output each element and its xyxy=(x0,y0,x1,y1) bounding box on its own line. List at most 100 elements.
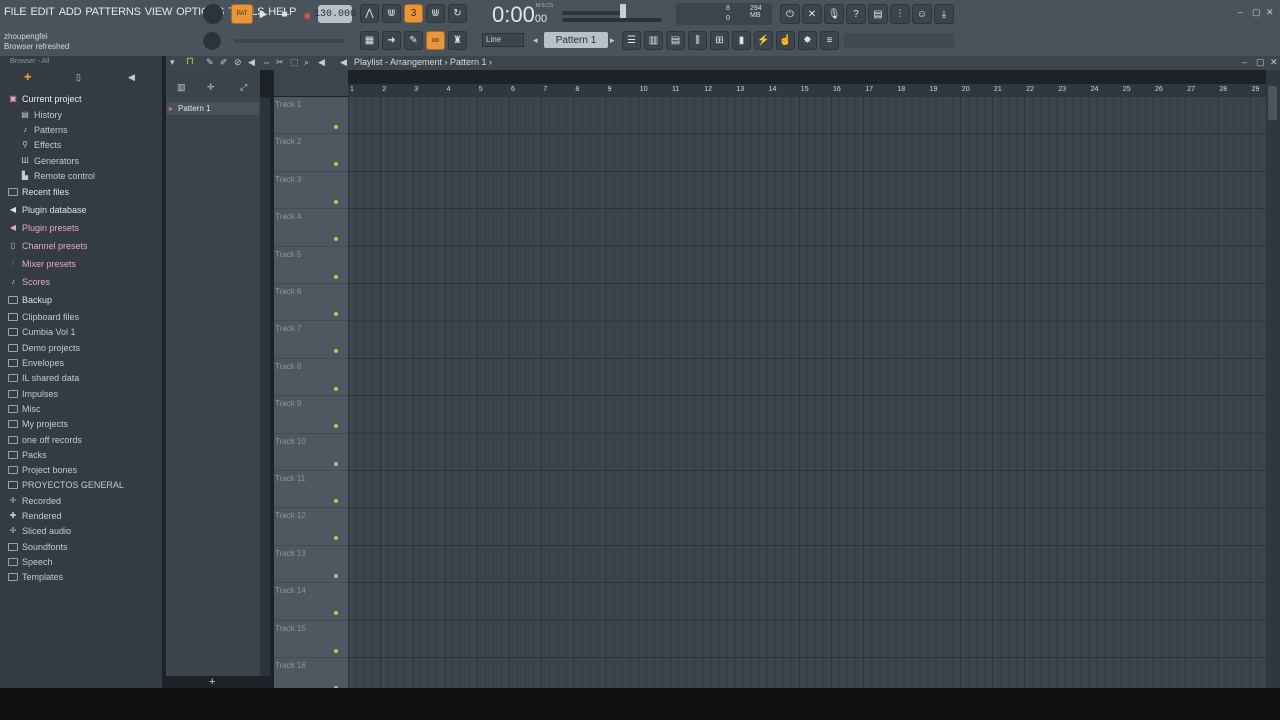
track-header[interactable]: Track 15 xyxy=(274,621,348,658)
picker-audio-icon[interactable]: ✛ xyxy=(207,82,215,93)
track-header[interactable]: Track 2 xyxy=(274,134,348,172)
tempo-tap-button[interactable]: ✸ xyxy=(798,31,817,50)
track-header[interactable]: Track 11 xyxy=(274,471,348,509)
browser-item-templates[interactable]: Templates xyxy=(8,570,160,585)
slip-icon[interactable]: ⇔ xyxy=(262,57,271,67)
loop-record-button[interactable]: ↻ xyxy=(448,4,467,23)
track-led-icon[interactable] xyxy=(334,461,338,466)
timeline-ruler[interactable]: 1 2 3 4 5 6 7 8 9 10 11 12 13 14 15 16 17 18 19 20 21 22 23 24 2… xyxy=(348,84,1266,98)
main-volume-knob[interactable] xyxy=(203,4,223,24)
browser-item-current-project[interactable]: ▣ Current project xyxy=(8,90,160,107)
menu-arrow-icon[interactable]: ▾ xyxy=(170,57,175,68)
browser-item-speech[interactable]: Speech xyxy=(8,554,160,569)
browser-item-project-bones[interactable]: Project bones xyxy=(8,462,160,477)
browser-item-effects[interactable]: ⚲ Effects xyxy=(8,138,160,153)
pencil-icon[interactable]: ✎ xyxy=(206,57,214,68)
track-header[interactable]: Track 5 xyxy=(274,247,348,284)
track-header[interactable]: Track 13 xyxy=(274,546,348,584)
browser-item-sliced-audio[interactable]: ✢ Sliced audio xyxy=(8,524,160,539)
browser-item-misc[interactable]: Misc xyxy=(8,401,160,416)
playlist-button[interactable]: ☰ xyxy=(622,31,641,50)
browser-item-scores[interactable]: ♪ Scores xyxy=(8,273,160,291)
track-header[interactable]: Track 10 xyxy=(274,434,348,471)
menu-edit[interactable]: EDIT xyxy=(30,6,54,18)
picker-add-button[interactable]: + xyxy=(209,676,215,688)
plugin-picker-button[interactable]: ⊞ xyxy=(710,31,729,50)
menu-add[interactable]: ADD xyxy=(59,6,82,18)
play-button[interactable]: ▶ xyxy=(254,5,273,24)
picker-scrollbar[interactable] xyxy=(260,98,270,676)
browser-item-recent-files[interactable]: Recent files xyxy=(8,183,160,201)
browser-item-plugin-database[interactable]: ◀ Plugin database xyxy=(8,201,160,219)
track-led-icon[interactable] xyxy=(334,125,338,129)
arrow-button[interactable]: ➜ xyxy=(382,31,401,50)
track-header[interactable]: Track 8 xyxy=(274,359,348,397)
menu-file[interactable]: FILE xyxy=(4,6,27,18)
browser-item-clipboard-files[interactable]: Clipboard files xyxy=(8,309,160,324)
magnet-icon[interactable]: ⊓ xyxy=(186,56,194,67)
scrollbar-thumb[interactable] xyxy=(1268,86,1277,120)
chat-button[interactable]: ☺ xyxy=(912,4,932,24)
playback-icon[interactable]: ◀ xyxy=(318,57,325,68)
browser-item-rendered[interactable]: ✚ Rendered xyxy=(8,508,160,523)
track-header[interactable]: Track 1 xyxy=(274,97,348,135)
playlist-grid[interactable] xyxy=(348,97,1266,688)
performance-button[interactable]: ☝ xyxy=(776,31,795,50)
panic-button[interactable]: ⏻ xyxy=(780,4,800,24)
plugin-button[interactable]: ⚡ xyxy=(754,31,773,50)
browser-item-envelopes[interactable]: Envelopes xyxy=(8,355,160,370)
master-volume-slider[interactable] xyxy=(562,11,626,15)
track-header[interactable]: Track 7 xyxy=(274,321,348,359)
select-icon[interactable]: ⬚ xyxy=(290,57,299,68)
track-led-icon[interactable] xyxy=(334,162,338,167)
browser-item-soundfonts[interactable]: Soundfonts xyxy=(8,539,160,554)
browser-item-mixer-presets[interactable]: ⫶ Mixer presets xyxy=(8,255,160,273)
browser-item-cumbia-vol-1[interactable]: Cumbia Vol 1 xyxy=(8,325,160,340)
mixer-button[interactable]: ⫶ xyxy=(890,4,910,24)
delete-icon[interactable]: ⊘ xyxy=(234,57,242,68)
menu-patterns[interactable]: PATTERNS xyxy=(85,6,141,18)
master-pitch-slider[interactable] xyxy=(562,18,662,22)
tempo-display[interactable]: 130.000 xyxy=(314,5,356,23)
track-led-icon[interactable] xyxy=(334,536,338,541)
browser-item-generators[interactable]: Ш Generators xyxy=(8,153,160,168)
countdown-button[interactable]: 3 xyxy=(404,4,423,23)
browser-item-recorded[interactable]: ✛ Recorded xyxy=(8,493,160,508)
pattern-selector[interactable]: Pattern 1 xyxy=(544,32,608,48)
track-header[interactable]: Track 6 xyxy=(274,284,348,322)
browser-item-channel-presets[interactable]: ▯ Channel presets xyxy=(8,237,160,255)
browser-item-packs[interactable]: Packs xyxy=(8,447,160,462)
browser-speaker-icon[interactable]: ◀ xyxy=(128,72,135,83)
info-button[interactable]: ≡ xyxy=(820,31,839,50)
track-header[interactable]: Track 14 xyxy=(274,583,348,621)
channel-rack-button[interactable]: ▤ xyxy=(666,31,685,50)
time-knob[interactable] xyxy=(203,32,221,50)
picker-automation-icon[interactable]: ⤢ xyxy=(240,82,247,93)
track-header[interactable]: Track 12 xyxy=(274,508,348,546)
brush-button[interactable]: ✎ xyxy=(404,31,423,50)
save-button[interactable]: ▤ xyxy=(868,4,888,24)
stop-button[interactable]: ■ xyxy=(275,5,294,24)
pattern-next-icon[interactable]: ▸ xyxy=(610,35,615,46)
menu-view[interactable]: VIEW xyxy=(145,6,173,18)
mute-icon[interactable]: ◀ xyxy=(248,57,255,68)
pattern-prev-icon[interactable]: ◂ xyxy=(533,35,538,46)
track-led-icon[interactable] xyxy=(334,611,338,616)
track-led-icon[interactable] xyxy=(334,499,338,503)
track-led-icon[interactable] xyxy=(334,648,338,653)
minimize-icon[interactable]: – xyxy=(1238,7,1243,17)
mixer-view-button[interactable]: ⫼ xyxy=(688,31,707,50)
zoom-icon[interactable]: ⌕ xyxy=(304,57,309,68)
browser-item-history[interactable]: ▤ History xyxy=(8,107,160,122)
stamp-button[interactable]: ♜ xyxy=(448,31,467,50)
project-browser-button[interactable]: ▮ xyxy=(732,31,751,50)
link-button[interactable]: ∞ xyxy=(426,31,445,50)
browser-file-icon[interactable]: ▯ xyxy=(76,72,81,83)
playlist-maximize-icon[interactable]: ▢ xyxy=(1256,57,1265,68)
track-header[interactable]: Track 4 xyxy=(274,209,348,247)
mic-button[interactable]: 🎙 xyxy=(824,4,844,24)
wait-input-button[interactable]: ⋓ xyxy=(382,4,401,23)
browser-add-icon[interactable]: ✚ xyxy=(24,72,32,83)
browser-item-one-off-records[interactable]: one off records xyxy=(8,432,160,447)
snap-select[interactable]: Line xyxy=(482,33,524,47)
